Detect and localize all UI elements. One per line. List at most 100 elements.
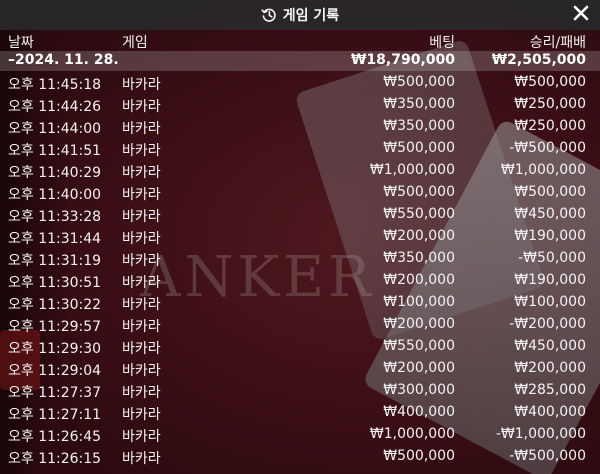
table-row[interactable]: 오후 11:45:18 바카라 ₩500,000 ₩500,000 <box>0 72 600 94</box>
row-bet: ₩200,000 <box>383 272 455 288</box>
table-row[interactable]: 오후 11:30:22 바카라 ₩100,000 ₩100,000 <box>0 292 600 314</box>
table-row[interactable]: 오후 11:27:37 바카라 ₩300,000 ₩285,000 <box>0 380 600 402</box>
row-bet: ₩100,000 <box>383 294 455 310</box>
row-game: 바카라 <box>122 275 161 291</box>
row-game: 바카라 <box>122 209 161 225</box>
row-result: -₩1,000,000 <box>495 426 586 442</box>
row-result: ₩190,000 <box>514 272 586 288</box>
row-bet: ₩350,000 <box>383 250 455 266</box>
column-header-date[interactable]: 날짜 <box>8 32 34 52</box>
date-summary-row[interactable]: –2024. 11. 28. ₩18,790,000 ₩2,505,000 <box>0 51 600 71</box>
panel-titlebar: 게임 기록 <box>0 0 600 30</box>
row-time: 오후 11:29:57 <box>8 319 102 335</box>
row-result: ₩285,000 <box>514 382 586 398</box>
row-result: ₩500,000 <box>514 184 586 200</box>
row-game: 바카라 <box>122 429 161 445</box>
row-bet: ₩550,000 <box>383 338 455 354</box>
row-game: 바카라 <box>122 231 161 247</box>
row-time: 오후 11:41:51 <box>8 143 102 159</box>
table-row[interactable]: 오후 11:41:51 바카라 ₩500,000 -₩500,000 <box>0 138 600 160</box>
table-row[interactable]: 오후 11:44:00 바카라 ₩350,000 ₩250,000 <box>0 116 600 138</box>
row-game: 바카라 <box>122 143 161 159</box>
row-bet: ₩1,000,000 <box>369 162 455 178</box>
panel-title-text: 게임 기록 <box>282 8 340 24</box>
row-game: 바카라 <box>122 165 161 181</box>
table-row[interactable]: 오후 11:29:30 바카라 ₩550,000 ₩450,000 <box>0 336 600 358</box>
table-row[interactable]: 오후 11:33:28 바카라 ₩550,000 ₩450,000 <box>0 204 600 226</box>
row-result: -₩500,000 <box>509 448 586 464</box>
row-game: 바카라 <box>122 99 161 115</box>
row-game: 바카라 <box>122 407 161 423</box>
row-time: 오후 11:29:04 <box>8 363 102 379</box>
row-bet: ₩350,000 <box>383 96 455 112</box>
row-bet: ₩1,000,000 <box>369 426 455 442</box>
row-result: -₩200,000 <box>509 316 586 332</box>
row-bet: ₩350,000 <box>383 118 455 134</box>
row-time: 오후 11:30:51 <box>8 275 102 291</box>
row-time: 오후 11:26:45 <box>8 429 102 445</box>
row-result: ₩200,000 <box>514 360 586 376</box>
row-game: 바카라 <box>122 253 161 269</box>
row-result: ₩190,000 <box>514 228 586 244</box>
row-time: 오후 11:40:00 <box>8 187 102 203</box>
row-result: -₩50,000 <box>518 250 586 266</box>
game-history-panel: 게임 기록 날짜 게임 베팅 승리/패배 –2024. 11. 28. ₩18,… <box>0 0 600 474</box>
column-header-bet[interactable]: 베팅 <box>429 32 455 52</box>
history-icon <box>261 7 277 23</box>
history-list: 오후 11:45:18 바카라 ₩500,000 ₩500,000 오후 11:44:… <box>0 72 600 468</box>
row-time: 오후 11:31:19 <box>8 253 102 269</box>
table-row[interactable]: 오후 11:31:19 바카라 ₩350,000 -₩50,000 <box>0 248 600 270</box>
row-result: ₩250,000 <box>514 118 586 134</box>
row-result: -₩500,000 <box>509 140 586 156</box>
row-game: 바카라 <box>122 451 161 467</box>
row-time: 오후 11:33:28 <box>8 209 102 225</box>
row-bet: ₩200,000 <box>383 360 455 376</box>
row-bet: ₩500,000 <box>383 184 455 200</box>
row-game: 바카라 <box>122 77 161 93</box>
summary-date: –2024. 11. 28. <box>8 52 119 68</box>
summary-bet-total: ₩18,790,000 <box>350 52 455 68</box>
table-row[interactable]: 오후 11:30:51 바카라 ₩200,000 ₩190,000 <box>0 270 600 292</box>
table-row[interactable]: 오후 11:29:57 바카라 ₩200,000 -₩200,000 <box>0 314 600 336</box>
row-time: 오후 11:26:15 <box>8 451 102 467</box>
row-time: 오후 11:40:29 <box>8 165 102 181</box>
row-game: 바카라 <box>122 297 161 313</box>
row-game: 바카라 <box>122 385 161 401</box>
row-time: 오후 11:27:37 <box>8 385 102 401</box>
table-row[interactable]: 오후 11:26:45 바카라 ₩1,000,000 -₩1,000,000 <box>0 424 600 446</box>
row-time: 오후 11:44:26 <box>8 99 102 115</box>
row-game: 바카라 <box>122 363 161 379</box>
row-result: ₩400,000 <box>514 404 586 420</box>
table-row[interactable]: 오후 11:29:04 바카라 ₩200,000 ₩200,000 <box>0 358 600 380</box>
row-game: 바카라 <box>122 121 161 137</box>
row-time: 오후 11:44:00 <box>8 121 102 137</box>
table-row[interactable]: 오후 11:44:26 바카라 ₩350,000 ₩250,000 <box>0 94 600 116</box>
row-bet: ₩200,000 <box>383 316 455 332</box>
row-bet: ₩500,000 <box>383 74 455 90</box>
column-header-game[interactable]: 게임 <box>122 32 148 52</box>
row-result: ₩450,000 <box>514 206 586 222</box>
table-row[interactable]: 오후 11:27:11 바카라 ₩400,000 ₩400,000 <box>0 402 600 424</box>
row-game: 바카라 <box>122 341 161 357</box>
table-row[interactable]: 오후 11:31:44 바카라 ₩200,000 ₩190,000 <box>0 226 600 248</box>
row-result: ₩1,000,000 <box>500 162 586 178</box>
row-time: 오후 11:45:18 <box>8 77 102 93</box>
summary-result-total: ₩2,505,000 <box>491 52 586 68</box>
table-row[interactable]: 오후 11:40:29 바카라 ₩1,000,000 ₩1,000,000 <box>0 160 600 182</box>
row-time: 오후 11:30:22 <box>8 297 102 313</box>
row-bet: ₩200,000 <box>383 228 455 244</box>
row-bet: ₩550,000 <box>383 206 455 222</box>
close-button[interactable] <box>570 4 592 26</box>
table-row[interactable]: 오후 11:26:15 바카라 ₩500,000 -₩500,000 <box>0 446 600 468</box>
column-header-result[interactable]: 승리/패배 <box>530 32 586 52</box>
row-result: ₩450,000 <box>514 338 586 354</box>
row-time: 오후 11:31:44 <box>8 231 102 247</box>
row-result: ₩500,000 <box>514 74 586 90</box>
row-bet: ₩300,000 <box>383 382 455 398</box>
row-bet: ₩400,000 <box>383 404 455 420</box>
row-result: ₩250,000 <box>514 96 586 112</box>
row-time: 오후 11:29:30 <box>8 341 102 357</box>
table-row[interactable]: 오후 11:40:00 바카라 ₩500,000 ₩500,000 <box>0 182 600 204</box>
panel-title: 게임 기록 <box>261 5 339 25</box>
row-result: ₩100,000 <box>514 294 586 310</box>
